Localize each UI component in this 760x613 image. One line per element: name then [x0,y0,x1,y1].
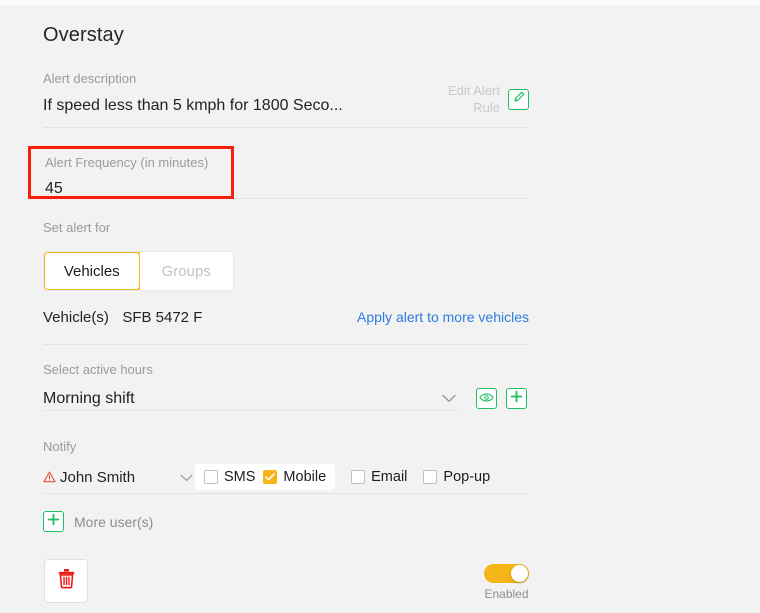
chevron-down-icon [180,470,195,485]
active-hours-actions [476,388,527,409]
channel-mobile-label: Mobile [283,469,327,485]
more-users-button[interactable]: More user(s) [43,511,153,532]
tab-groups[interactable]: Groups [139,252,233,290]
channel-sms-label: SMS [224,469,256,485]
channel-popup-label: Pop-up [443,469,491,485]
channel-email-checkbox[interactable] [351,470,366,484]
channel-mobile-checkbox[interactable] [263,470,278,484]
channel-mobile[interactable]: Mobile [263,469,326,485]
edit-alert-rule-button[interactable] [508,88,529,110]
enabled-toggle[interactable] [484,564,529,583]
eye-icon [479,390,494,408]
enabled-toggle-wrap: Enabled [484,564,529,601]
alert-detail-panel: Overstay Alert description If speed less… [0,6,760,613]
notify-channel-group-primary: SMS Mobile [195,464,336,490]
vehicles-row: Vehicle(s) SFB 5472 F Apply alert to mor… [43,309,529,327]
vehicles-text-wrap: Vehicle(s) SFB 5472 F [43,309,202,327]
tab-groups-label: Groups [161,262,211,280]
tab-vehicles-label: Vehicles [63,262,120,280]
alert-description-value: If speed less than 5 kmph for 1800 Seco.… [43,97,343,114]
pencil-icon [513,90,525,108]
enabled-toggle-knob [511,565,528,582]
channel-sms-checkbox[interactable] [204,470,218,484]
alert-description-text-wrap: Alert description If speed less than 5 k… [43,68,343,115]
alert-frequency-field[interactable]: Alert Frequency (in minutes) 45 [28,146,234,199]
alert-frequency-divider [234,198,529,199]
vehicles-value: SFB 5472 F [122,309,203,326]
more-users-label: More user(s) [74,513,154,530]
page-title: Overstay [43,24,124,46]
preview-active-hours-button[interactable] [476,388,497,409]
channel-popup-checkbox[interactable] [423,470,438,484]
channel-email-label: Email [371,469,408,485]
active-hours-divider [43,410,458,411]
active-hours-select[interactable]: Morning shift [43,390,458,408]
channel-sms[interactable]: SMS [204,469,255,485]
alert-description-label: Alert description [43,71,137,86]
add-active-hours-button[interactable] [506,388,527,409]
alert-description-divider [43,127,529,128]
alert-frequency-value: 45 [45,180,63,197]
more-users-add-button[interactable] [43,511,64,532]
active-hours-section: Select active hours Morning shift [43,361,529,409]
alert-description-section: Alert description If speed less than 5 k… [43,68,529,128]
set-alert-for-label: Set alert for [43,220,111,235]
enabled-toggle-label: Enabled [484,587,529,601]
tab-vehicles[interactable]: Vehicles [44,252,141,290]
vehicles-divider [43,344,529,345]
channel-email[interactable]: Email [351,469,407,485]
notify-section: Notify John Smith SMS Mobile Email Pop-u… [43,438,529,490]
plus-icon [47,513,60,531]
edit-alert-rule-label: Edit Alert Rule [447,83,500,115]
active-hours-label: Select active hours [43,362,153,377]
vehicles-label: Vehicle(s) [43,309,109,326]
chevron-down-icon [442,391,458,406]
plus-icon [510,390,523,408]
alert-frequency-label: Alert Frequency (in minutes) [45,155,209,170]
edit-alert-rule[interactable]: Edit Alert Rule [430,68,529,116]
apply-alert-more-vehicles-link[interactable]: Apply alert to more vehicles [357,309,529,325]
set-alert-for-tabs: Vehicles Groups [43,251,234,291]
set-alert-for-section: Set alert for Vehicles Groups [43,219,234,291]
channel-popup[interactable]: Pop-up [423,469,490,485]
warning-triangle-icon [43,471,56,483]
notify-user-name: John Smith [60,468,136,486]
active-hours-value: Morning shift [43,389,135,407]
delete-alert-button[interactable] [44,559,88,603]
notify-divider [43,493,529,494]
notify-label: Notify [43,439,77,454]
notify-user-select[interactable]: John Smith [43,469,195,486]
trash-icon [57,568,76,594]
